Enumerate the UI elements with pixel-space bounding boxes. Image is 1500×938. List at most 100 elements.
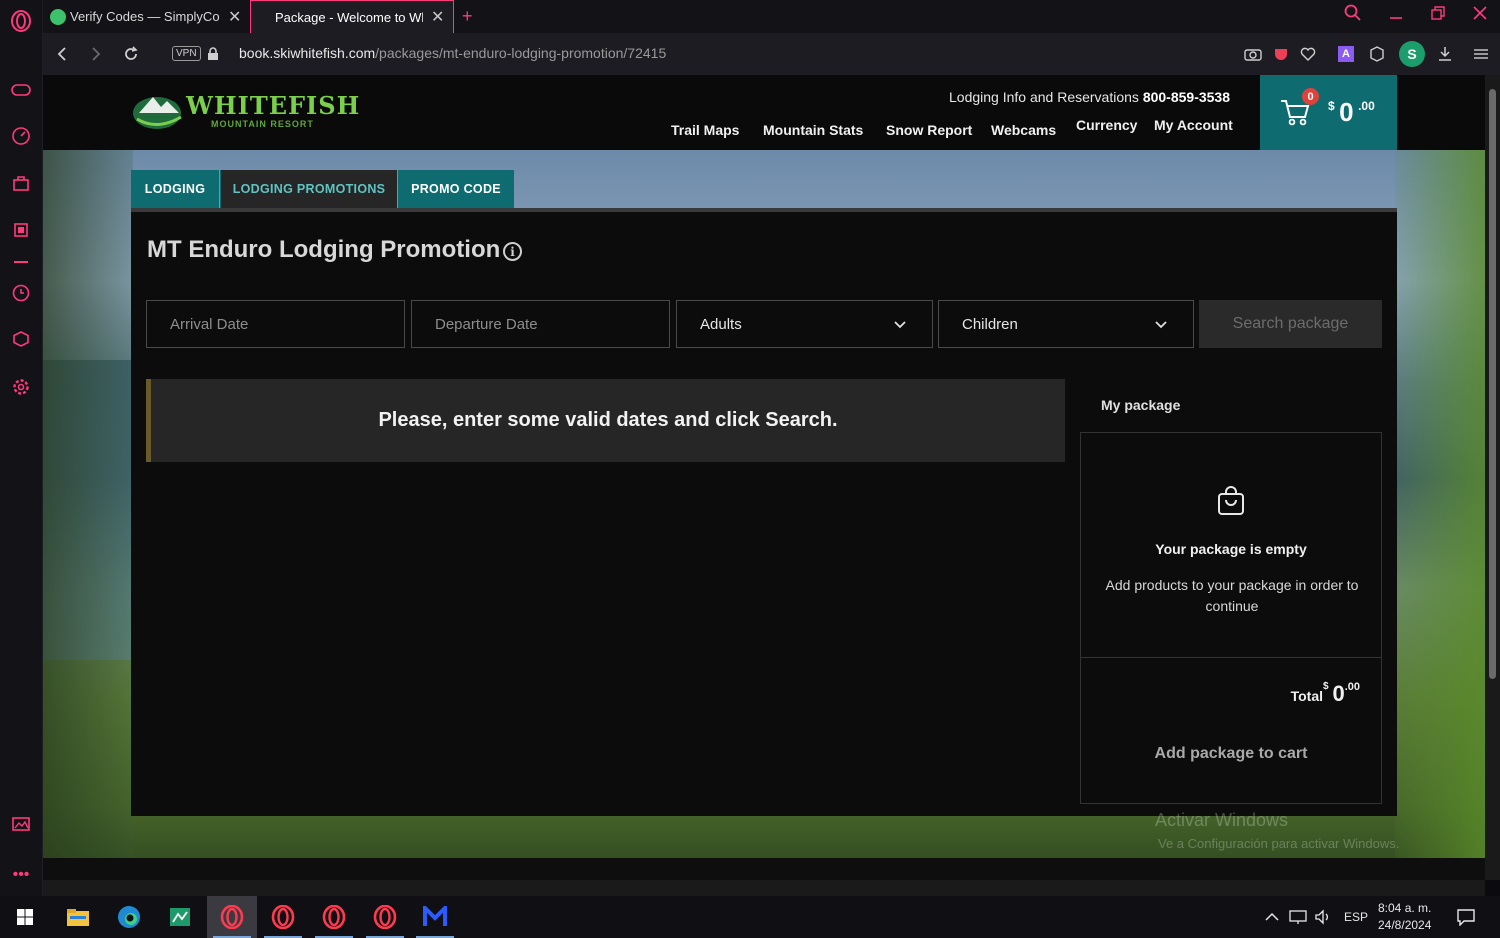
scrollbar-thumb[interactable] [1489, 89, 1496, 679]
bag-icon[interactable] [10, 172, 32, 194]
gamepad-icon[interactable] [10, 79, 32, 101]
logo-wordmark: WHITEFISH [186, 91, 361, 120]
extensions-cube-icon[interactable] [1367, 44, 1387, 64]
nav-trail-maps[interactable]: Trail Maps [671, 122, 739, 138]
windows-taskbar: ESP 8:04 a. m. 24/8/2024 [0, 896, 1500, 938]
app-m-icon[interactable] [410, 896, 460, 938]
children-select-label: Children [962, 315, 1018, 333]
site-footer-strip [43, 858, 1485, 880]
network-icon[interactable] [1289, 896, 1307, 938]
chevron-down-icon [1155, 321, 1167, 329]
site-header: WHITEFISH MOUNTAIN RESORT Lodging Info a… [43, 75, 1485, 150]
settings-gear-icon[interactable] [10, 376, 32, 398]
volume-speaker-icon[interactable] [1314, 896, 1332, 938]
cart-count-badge: 0 [1302, 88, 1319, 105]
arrival-date-input[interactable]: Arrival Date [146, 300, 405, 348]
total-cents: .00 [1344, 681, 1360, 693]
children-select[interactable]: Children [938, 300, 1194, 348]
adults-select[interactable]: Adults [676, 300, 933, 348]
tab-title: Verify Codes — SimplyCodes [70, 9, 220, 24]
package-empty-description: Add products to your package in order to… [1105, 577, 1359, 614]
package-empty-title: Your package is empty [1155, 541, 1307, 557]
restore-window-icon[interactable] [1431, 4, 1445, 25]
extension-a-icon[interactable]: A [1336, 44, 1356, 64]
opera-taskbar-icon-3[interactable] [309, 896, 359, 938]
clock-date: 24/8/2024 [1378, 918, 1432, 932]
tab-package-whitefish[interactable]: Package - Welcome to Whitefish ✕ [250, 0, 454, 33]
tab-verify-codes[interactable]: Verify Codes — SimplyCodes ✕ [48, 0, 248, 33]
opera-taskbar-icon-4[interactable] [360, 896, 410, 938]
tab-promo-code[interactable]: PROMO CODE [398, 170, 514, 208]
opera-taskbar-icon-1[interactable] [207, 896, 257, 938]
close-tab-icon[interactable]: ✕ [431, 7, 444, 27]
input-language[interactable]: ESP [1344, 896, 1368, 938]
forward-arrow-icon[interactable] [86, 44, 106, 64]
windows-activation-hint: Ve a Configuración para activar Windows. [1158, 836, 1400, 851]
sidebar-divider [14, 261, 28, 263]
heart-icon[interactable] [1298, 44, 1318, 64]
cube-icon[interactable] [10, 328, 32, 350]
clock-time: 8:04 a. m. [1378, 901, 1432, 915]
tray-overflow-chevron-icon[interactable] [1265, 896, 1279, 938]
page-title: MT Enduro Lodging Promotion [147, 236, 501, 263]
more-options-icon[interactable]: ••• [10, 864, 32, 886]
opera-logo-icon[interactable] [10, 10, 32, 32]
windows-start-icon[interactable] [0, 896, 50, 938]
add-package-to-cart-button[interactable]: Add package to cart [1081, 745, 1381, 763]
my-package-label: My package [1101, 397, 1181, 413]
image-gallery-icon[interactable] [10, 813, 32, 835]
minimize-icon[interactable] [1389, 4, 1403, 25]
url-field[interactable]: book.skiwhitefish.com/packages/mt-enduro… [239, 45, 666, 61]
close-window-icon[interactable] [1473, 4, 1487, 25]
tab-search-icon[interactable] [1344, 4, 1362, 27]
app-green-icon[interactable] [155, 896, 205, 938]
vertical-scrollbar[interactable] [1485, 75, 1500, 880]
close-tab-icon[interactable]: ✕ [228, 7, 241, 27]
history-clock-icon[interactable] [10, 282, 32, 304]
departure-date-input[interactable]: Departure Date [411, 300, 670, 348]
file-explorer-icon[interactable] [53, 896, 103, 938]
vpn-badge[interactable]: VPN [172, 46, 201, 61]
package-summary: Your package is empty Add products to yo… [1080, 432, 1382, 804]
reload-icon[interactable] [121, 44, 141, 64]
tab-lodging-promotions[interactable]: LODGING PROMOTIONS [220, 170, 397, 208]
nav-snow-report[interactable]: Snow Report [886, 122, 972, 138]
easy-setup-menu-icon[interactable] [1471, 44, 1491, 64]
horizontal-scrollbar[interactable] [43, 880, 1485, 896]
cpu-icon[interactable] [10, 219, 32, 241]
total-currency: $ [1323, 681, 1329, 692]
dates-notice: Please, enter some valid dates and click… [146, 379, 1065, 462]
cart-cents: .00 [1358, 99, 1375, 113]
simplycodes-favicon-icon [50, 8, 66, 25]
pocket-icon[interactable] [1271, 44, 1291, 64]
lock-icon[interactable] [203, 44, 223, 64]
opera-taskbar-icon-2[interactable] [258, 896, 308, 938]
nav-currency[interactable]: Currency [1076, 117, 1137, 133]
download-icon[interactable] [1435, 44, 1455, 64]
tab-title: Package - Welcome to Whitefish [275, 9, 423, 25]
lodging-phone[interactable]: 800-859-3538 [1143, 89, 1230, 105]
nav-webcams[interactable]: Webcams [991, 122, 1056, 138]
clock[interactable]: 8:04 a. m. 24/8/2024 [1378, 896, 1431, 938]
chevron-down-icon [894, 321, 906, 329]
cart-currency: $ [1328, 99, 1335, 113]
info-icon[interactable]: i [503, 242, 522, 261]
adults-select-label: Adults [700, 315, 742, 333]
address-bar: VPN book.skiwhitefish.com/packages/mt-en… [43, 33, 1500, 75]
search-package-button[interactable]: Search package [1199, 300, 1382, 348]
total-amount: 0 [1332, 681, 1345, 706]
cart-button[interactable]: 0 $ 0 .00 [1260, 75, 1397, 150]
lodging-info: Lodging Info and Reservations 800-859-35… [949, 89, 1230, 105]
profile-avatar[interactable]: S [1399, 41, 1425, 67]
notifications-icon[interactable] [1456, 896, 1476, 938]
edge-browser-icon[interactable] [104, 896, 154, 938]
nav-my-account[interactable]: My Account [1154, 117, 1233, 133]
snapshot-camera-icon[interactable] [1243, 44, 1263, 64]
back-arrow-icon[interactable] [52, 44, 72, 64]
url-host: book.skiwhitefish.com [239, 45, 376, 61]
tab-lodging[interactable]: LODGING [131, 170, 219, 208]
whitefish-logo[interactable]: WHITEFISH MOUNTAIN RESORT [131, 89, 359, 135]
speedometer-icon[interactable] [10, 125, 32, 147]
nav-mountain-stats[interactable]: Mountain Stats [763, 122, 863, 138]
new-tab-button[interactable]: + [462, 0, 473, 33]
